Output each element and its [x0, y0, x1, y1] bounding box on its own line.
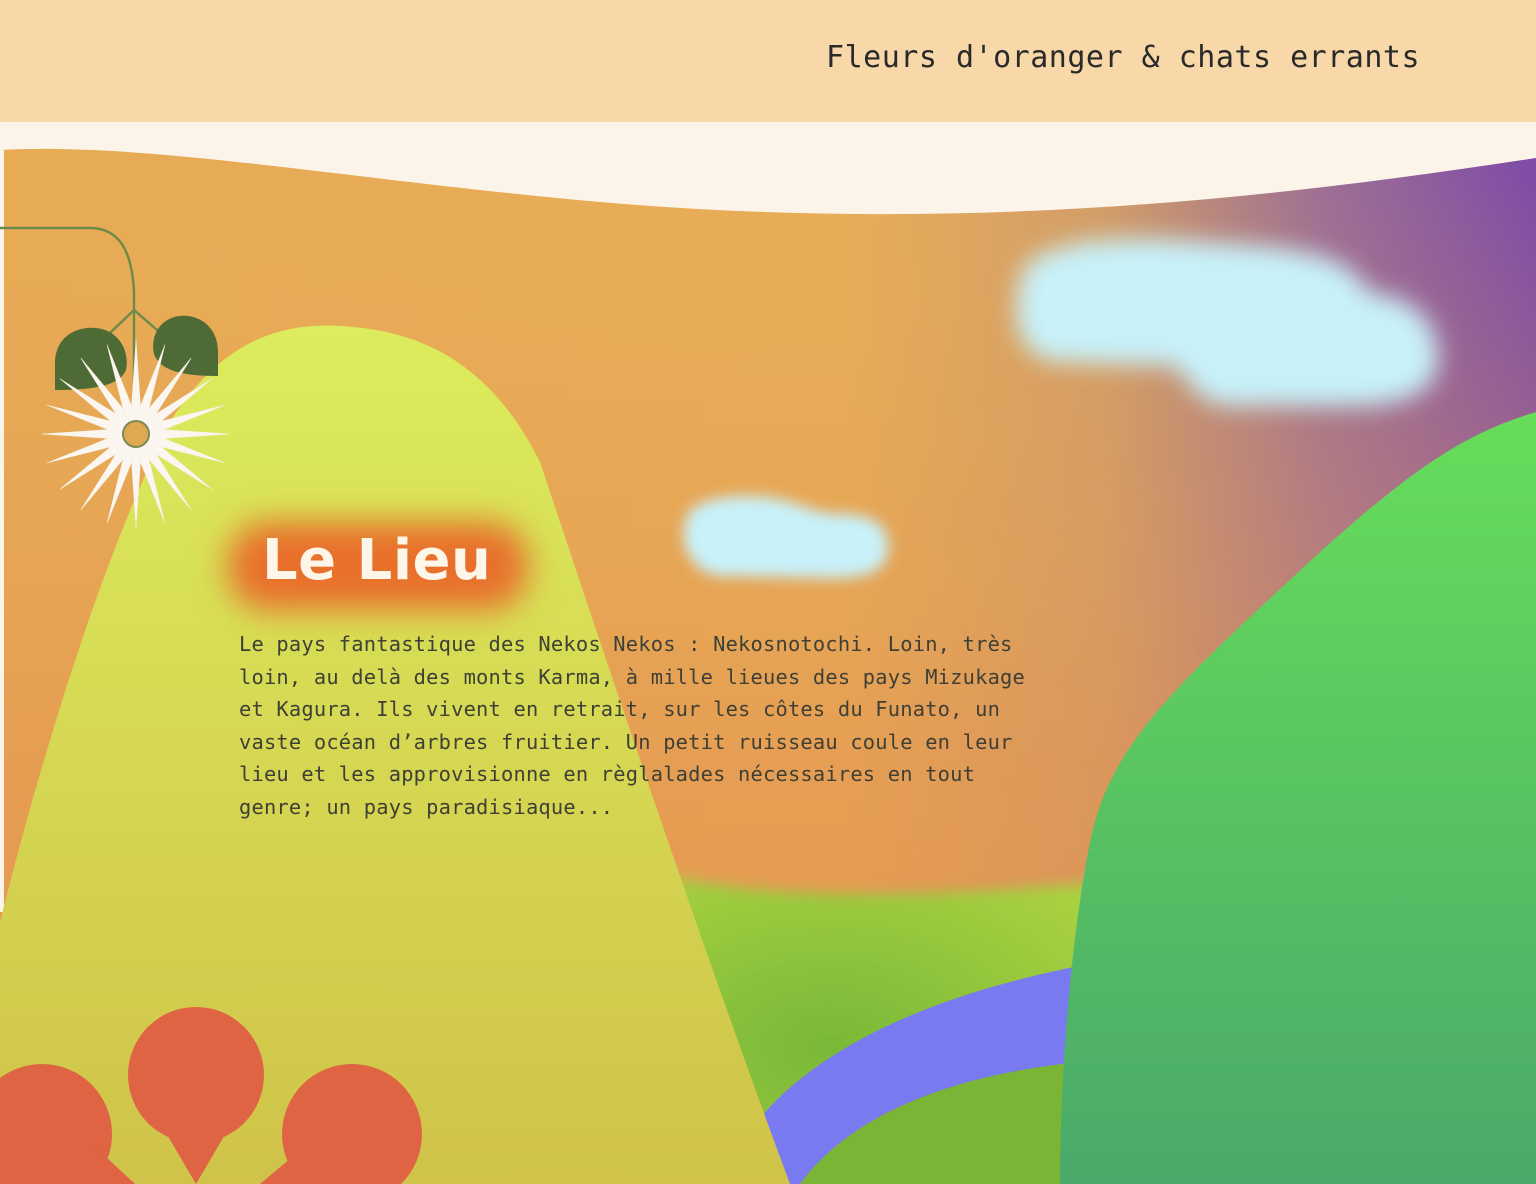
section-paragraph: Le pays fantastique des Nekos Nekos : Ne…	[239, 632, 1026, 819]
site-title[interactable]: Fleurs d'oranger & chats errants	[826, 40, 1420, 75]
section-heading: Le Lieu	[262, 528, 492, 593]
site-header: Fleurs d'oranger & chats errants	[0, 0, 1536, 122]
hero-scene: Le Lieu Le pays fantastique des Nekos Ne…	[0, 122, 1536, 1184]
